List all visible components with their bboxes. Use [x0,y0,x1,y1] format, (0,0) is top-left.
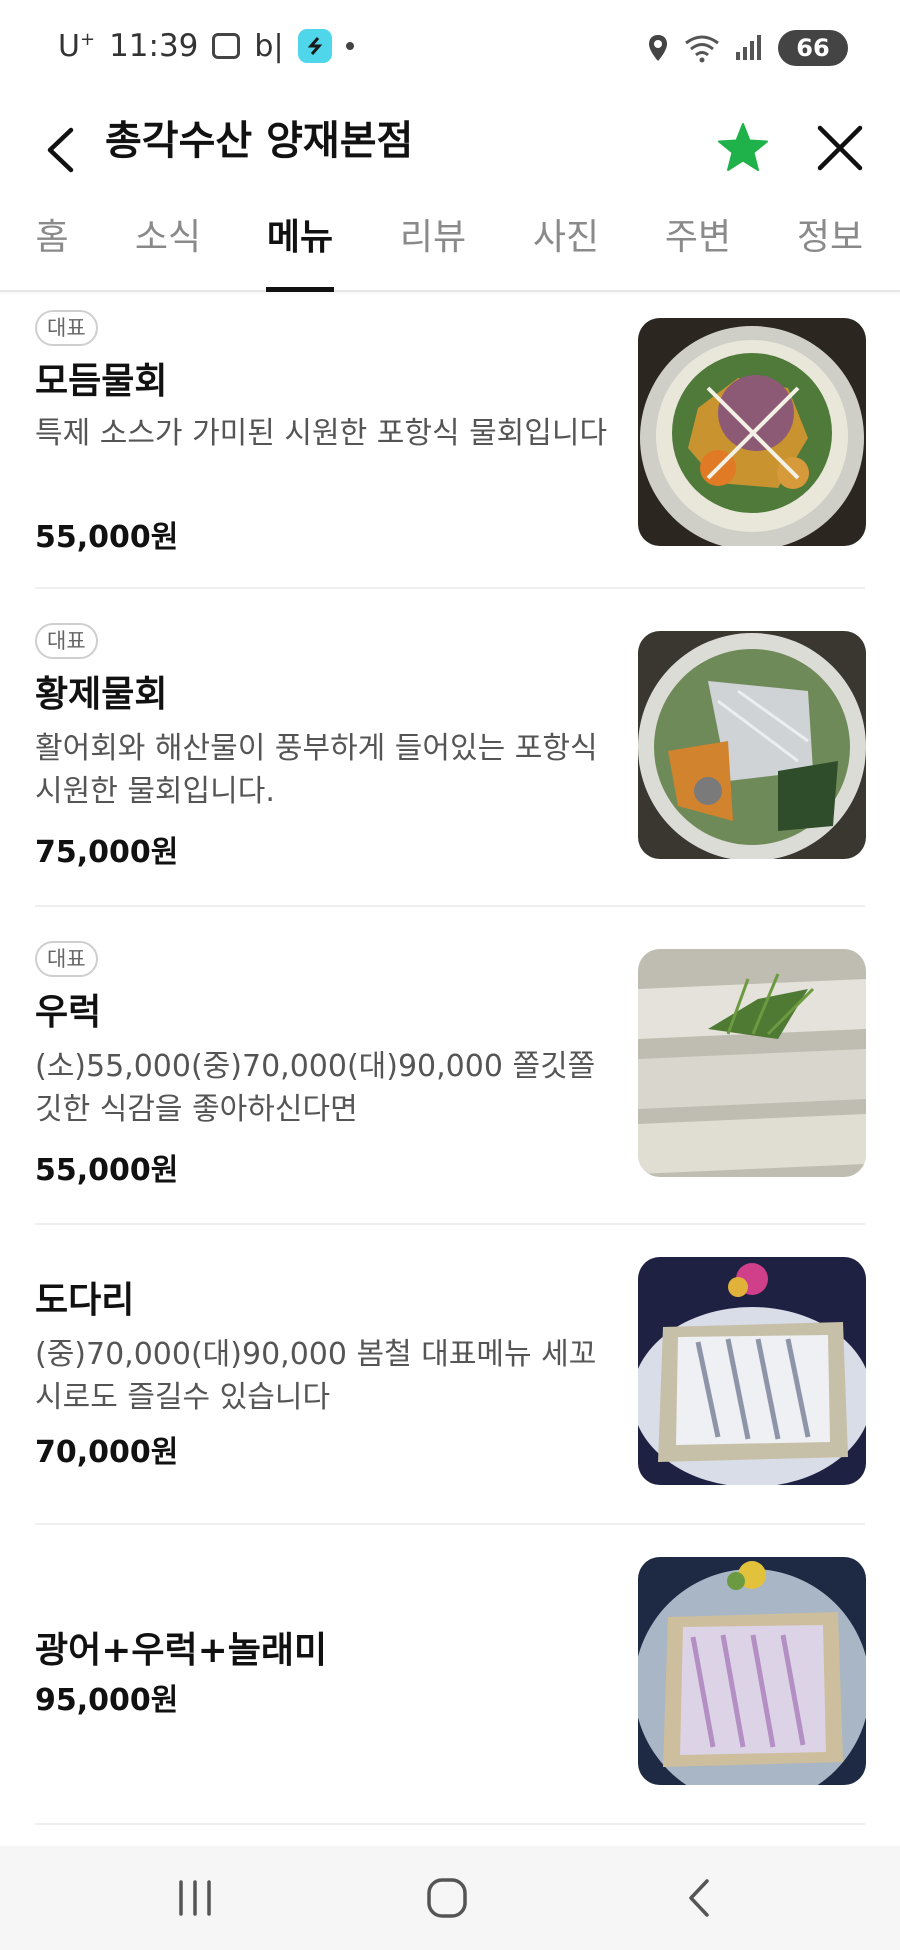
back-button[interactable] [30,120,90,180]
menu-item-name: 우럭 [35,992,102,1033]
system-nav-bar [0,1846,900,1950]
close-button[interactable] [812,120,868,176]
recent-apps-icon [179,1880,211,1916]
status-bar: U+ 11:39 b| 66 [0,0,900,100]
back-arrow-icon [47,127,74,173]
menu-item-price: 55,000원 [35,520,179,555]
menu-item-description: (소)55,000(중)70,000(대)90,000 쫄깃쫄깃한 식감을 좋아… [35,1049,596,1127]
tab-home[interactable]: 홈 [18,210,86,292]
emperor-mulhoe-photo[interactable] [638,631,866,859]
more-notifications-dot [345,42,354,50]
carrier-sup: + [79,28,96,50]
screenshot-icon [212,33,241,59]
close-icon [817,125,863,171]
favorite-button[interactable] [715,120,771,176]
status-right: 66 [646,30,848,66]
signature-badge: 대표 [35,941,98,977]
clock: 11:39 [109,28,199,64]
flounder-sashimi-image [638,1257,866,1485]
page-title: 총각수산 양재본점 [105,118,414,164]
location-icon [649,35,667,61]
menu-item[interactable]: 도다리 (중)70,000(대)90,000 봄철 대표메뉴 세꼬시로도 즐길수… [35,1225,866,1525]
menu-item[interactable]: 광어+우럭+놀래미 95,000원 [35,1525,866,1825]
menu-item[interactable]: 대표 모듬물회 특제 소스가 가미된 시원한 포항식 물회입니다 55,000원 [35,294,866,589]
menu-item-name: 황제물회 [35,674,168,715]
status-left: U+ 11:39 b| [58,28,354,64]
tab-news[interactable]: 소식 [128,210,208,292]
signature-badge: 대표 [35,310,98,346]
mixed-mulhoe-photo[interactable] [638,318,866,546]
home-icon [427,1878,467,1918]
tab-nearby[interactable]: 주변 [660,210,736,292]
tab-reviews[interactable]: 리뷰 [395,210,471,292]
menu-item-name: 모듬물회 [35,361,168,402]
menu-item-price: 70,000원 [35,1435,179,1470]
menu-item-name: 광어+우럭+놀래미 [35,1630,328,1671]
signal-icon [736,35,761,60]
menu-item-description: 특제 소스가 가미된 시원한 포항식 물회입니다 [35,416,608,451]
menu-item[interactable]: 대표 황제물회 활어회와 해산물이 풍부하게 들어있는 포항식 시원한 물회입니… [35,589,866,907]
app-header: 총각수산 양재본점 [0,100,900,210]
mulhoe-bowl-image [638,318,866,546]
system-back-button[interactable] [659,1864,739,1932]
battery-indicator: 66 [778,30,848,66]
carrier-label: U+ [58,29,95,64]
mulhoe-seafood-image [638,631,866,859]
wifi-icon [685,35,719,63]
menu-item-price: 95,000원 [35,1683,179,1718]
tab-photos[interactable]: 사진 [528,210,604,292]
tab-info[interactable]: 정보 [792,210,868,292]
app-notification-text: b| [254,28,284,64]
carrier-text: U [58,28,80,64]
app-notification-icon [297,29,332,63]
sashimi-platter-image [638,1557,866,1785]
rockfish-sashimi-image [638,949,866,1177]
menu-item-price: 75,000원 [35,835,179,870]
flounder-sashimi-photo[interactable] [638,1257,866,1485]
menu-item-description: (중)70,000(대)90,000 봄철 대표메뉴 세꼬시로도 즐길수 있습니… [35,1337,597,1415]
tab-menu[interactable]: 메뉴 [266,210,334,292]
system-back-icon [689,1879,709,1917]
mixed-sashimi-platter-photo[interactable] [638,1557,866,1785]
menu-item-description: 활어회와 해산물이 풍부하게 들어있는 포항식 시원한 물회입니다. [35,731,598,809]
menu-item-price: 55,000원 [35,1153,179,1188]
menu-item[interactable]: 대표 우럭 (소)55,000(중)70,000(대)90,000 쫄깃쫄깃한 … [35,907,866,1225]
recent-apps-button[interactable] [155,1864,235,1932]
tab-bar: 홈 소식 메뉴 리뷰 사진 주변 정보 [0,210,900,292]
rockfish-sashimi-photo[interactable] [638,949,866,1177]
menu-item-name: 도다리 [35,1280,135,1321]
signature-badge: 대표 [35,623,98,659]
star-icon [718,123,768,171]
item-divider [35,1823,865,1825]
home-button[interactable] [407,1864,487,1932]
